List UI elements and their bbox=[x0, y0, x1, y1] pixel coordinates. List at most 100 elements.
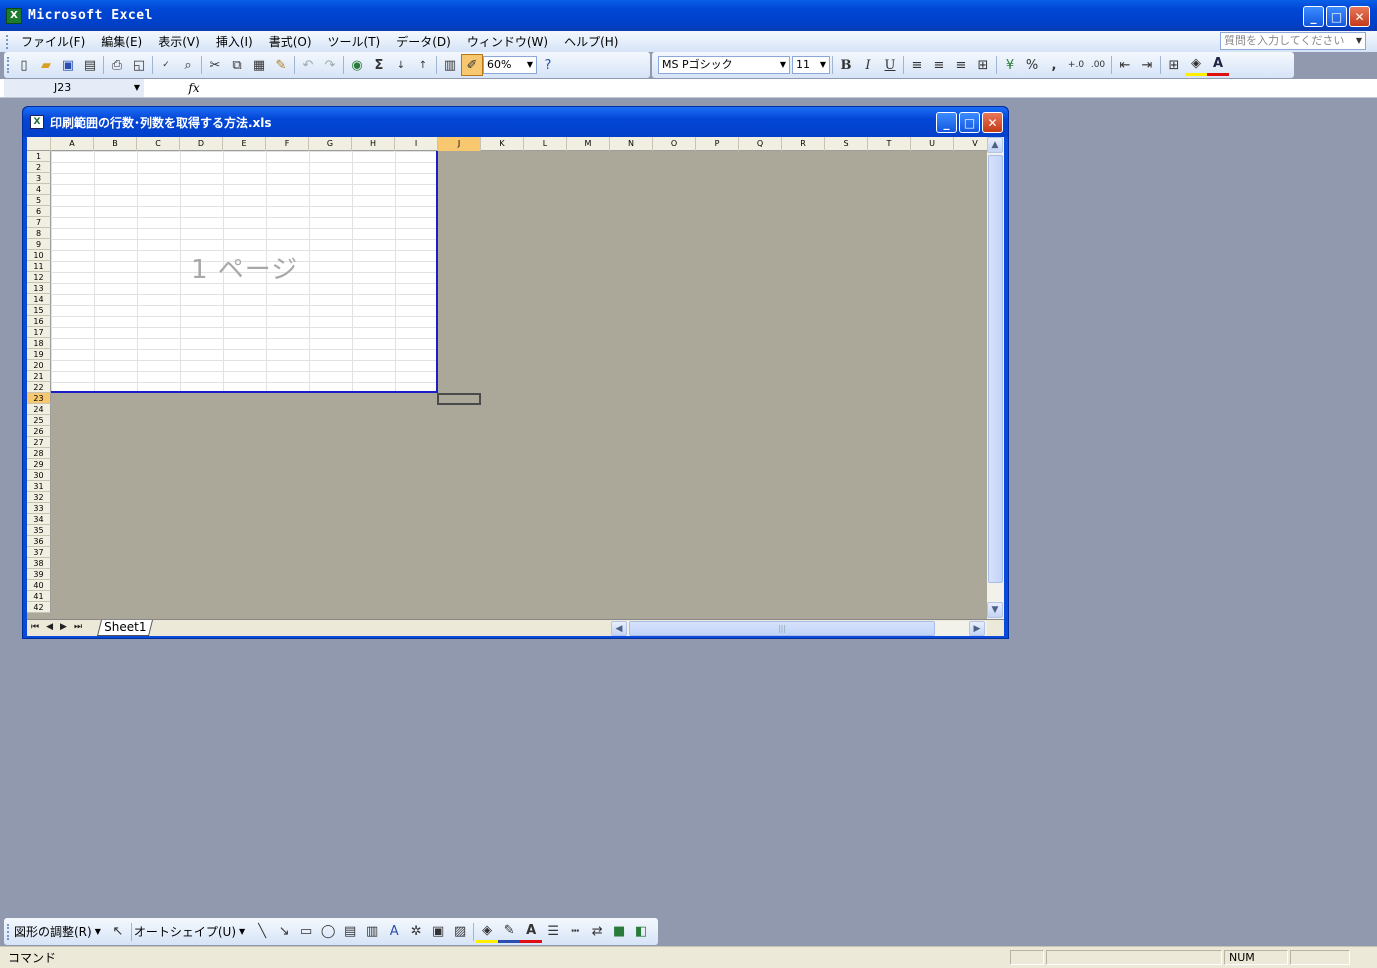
menu-help[interactable]: ヘルプ(H) bbox=[556, 33, 626, 50]
column-header[interactable]: R bbox=[782, 137, 825, 151]
row-header[interactable]: 13 bbox=[27, 283, 51, 294]
align-center-icon[interactable]: ≡ bbox=[928, 54, 950, 76]
oval-icon[interactable]: ◯ bbox=[317, 921, 339, 943]
vertical-scrollbar[interactable]: ▲ ▼ bbox=[987, 137, 1004, 619]
row-header[interactable]: 27 bbox=[27, 437, 51, 448]
comma-button[interactable]: , bbox=[1043, 54, 1065, 76]
column-header[interactable]: G bbox=[309, 137, 352, 151]
autosum-icon[interactable]: Σ bbox=[368, 54, 390, 76]
dash-style-icon[interactable]: ┅ bbox=[564, 921, 586, 943]
row-header[interactable]: 29 bbox=[27, 459, 51, 470]
column-header[interactable]: J bbox=[438, 137, 481, 151]
print-page-area[interactable]: 1 ページ bbox=[51, 151, 438, 393]
menu-format[interactable]: 書式(O) bbox=[261, 33, 320, 50]
wordart-icon[interactable]: A bbox=[383, 921, 405, 943]
select-objects-icon[interactable]: ↖ bbox=[107, 921, 129, 943]
column-header[interactable]: M bbox=[567, 137, 610, 151]
column-header[interactable]: V bbox=[954, 137, 987, 151]
print-icon[interactable]: ⎙ bbox=[106, 54, 128, 76]
arrow-icon[interactable]: ↘ bbox=[273, 921, 295, 943]
scroll-down-icon[interactable]: ▼ bbox=[987, 602, 1003, 618]
line-style-icon[interactable]: ☰ bbox=[542, 921, 564, 943]
row-header[interactable]: 17 bbox=[27, 327, 51, 338]
row-header[interactable]: 41 bbox=[27, 591, 51, 602]
chevron-down-icon[interactable]: ▼ bbox=[817, 57, 829, 73]
row-header[interactable]: 7 bbox=[27, 217, 51, 228]
row-header[interactable]: 40 bbox=[27, 580, 51, 591]
row-header[interactable]: 25 bbox=[27, 415, 51, 426]
scroll-right-icon[interactable]: ▶ bbox=[969, 621, 985, 636]
clip-art-icon[interactable]: ▣ bbox=[427, 921, 449, 943]
permission-icon[interactable]: ▤ bbox=[79, 54, 101, 76]
help-icon[interactable]: ? bbox=[537, 54, 559, 76]
new-icon[interactable]: ▯ bbox=[13, 54, 35, 76]
close-icon[interactable]: ✕ bbox=[982, 112, 1003, 133]
row-header[interactable]: 37 bbox=[27, 547, 51, 558]
menu-file[interactable]: ファイル(F) bbox=[13, 33, 93, 50]
minimize-icon[interactable]: _ bbox=[1303, 6, 1324, 27]
open-icon[interactable]: ▰ bbox=[35, 54, 57, 76]
row-header[interactable]: 2 bbox=[27, 162, 51, 173]
fill-color-icon[interactable]: ◈ bbox=[476, 921, 499, 943]
vertical-text-box-icon[interactable]: ▥ bbox=[361, 921, 383, 943]
column-header[interactable]: L bbox=[524, 137, 567, 151]
column-header[interactable]: I bbox=[395, 137, 438, 151]
row-header[interactable]: 1 bbox=[27, 151, 51, 162]
cut-icon[interactable]: ✂ bbox=[204, 54, 226, 76]
row-header[interactable]: 9 bbox=[27, 239, 51, 250]
column-header[interactable]: D bbox=[180, 137, 223, 151]
row-header[interactable]: 34 bbox=[27, 514, 51, 525]
column-header[interactable]: E bbox=[223, 137, 266, 151]
row-header[interactable]: 14 bbox=[27, 294, 51, 305]
insert-function-icon[interactable]: fx bbox=[184, 79, 204, 97]
paste-icon[interactable]: ▦ bbox=[248, 54, 270, 76]
font-select[interactable]: MS Pゴシック ▼ bbox=[658, 56, 790, 74]
chevron-down-icon[interactable]: ▼ bbox=[1353, 33, 1365, 49]
font-color-icon[interactable]: A bbox=[520, 921, 543, 943]
increase-decimal-icon[interactable]: +.0 bbox=[1065, 54, 1087, 76]
horizontal-scrollbar[interactable]: ◀ ||| ▶ bbox=[611, 621, 987, 636]
text-box-icon[interactable]: ▤ bbox=[339, 921, 361, 943]
save-icon[interactable]: ▣ bbox=[57, 54, 79, 76]
chevron-down-icon[interactable]: ▼ bbox=[134, 79, 140, 97]
chart-wizard-icon[interactable]: ▥ bbox=[439, 54, 461, 76]
column-header[interactable]: H bbox=[352, 137, 395, 151]
column-header[interactable]: A bbox=[51, 137, 94, 151]
column-header[interactable]: N bbox=[610, 137, 653, 151]
row-header[interactable]: 38 bbox=[27, 558, 51, 569]
row-header[interactable]: 12 bbox=[27, 272, 51, 283]
row-header[interactable]: 36 bbox=[27, 536, 51, 547]
ask-question-box[interactable]: 質問を入力してください ▼ bbox=[1220, 32, 1366, 50]
line-color-icon[interactable]: ✎ bbox=[498, 921, 521, 943]
row-header[interactable]: 20 bbox=[27, 360, 51, 371]
close-icon[interactable]: ✕ bbox=[1349, 6, 1370, 27]
selected-cell[interactable] bbox=[437, 393, 481, 405]
toolbar-grip[interactable] bbox=[7, 57, 10, 73]
column-header[interactable]: K bbox=[481, 137, 524, 151]
sort-ascending-icon[interactable]: ↓ bbox=[390, 54, 412, 76]
row-header[interactable]: 28 bbox=[27, 448, 51, 459]
maximize-icon[interactable]: □ bbox=[959, 112, 980, 133]
autoshapes-button[interactable]: オートシェイプ(U) bbox=[134, 923, 236, 940]
toolbar-grip[interactable] bbox=[7, 923, 10, 940]
menu-edit[interactable]: 編集(E) bbox=[93, 33, 150, 50]
line-icon[interactable]: ╲ bbox=[251, 921, 273, 943]
formula-input[interactable] bbox=[206, 79, 1373, 97]
align-right-icon[interactable]: ≡ bbox=[950, 54, 972, 76]
row-header[interactable]: 23 bbox=[27, 393, 51, 404]
column-header[interactable]: O bbox=[653, 137, 696, 151]
column-header[interactable]: U bbox=[911, 137, 954, 151]
select-all-corner[interactable] bbox=[27, 137, 51, 151]
column-header[interactable]: T bbox=[868, 137, 911, 151]
fill-color-icon[interactable]: ◈ bbox=[1185, 54, 1207, 76]
row-header[interactable]: 39 bbox=[27, 569, 51, 580]
borders-icon[interactable]: ⊞ bbox=[1163, 54, 1185, 76]
chevron-down-icon[interactable]: ▼ bbox=[239, 927, 245, 936]
decrease-indent-icon[interactable]: ⇤ bbox=[1114, 54, 1136, 76]
font-color-icon[interactable]: A bbox=[1207, 54, 1229, 76]
row-header[interactable]: 15 bbox=[27, 305, 51, 316]
maximize-icon[interactable]: □ bbox=[1326, 6, 1347, 27]
row-header[interactable]: 35 bbox=[27, 525, 51, 536]
percent-button[interactable]: % bbox=[1021, 54, 1043, 76]
column-header[interactable]: F bbox=[266, 137, 309, 151]
